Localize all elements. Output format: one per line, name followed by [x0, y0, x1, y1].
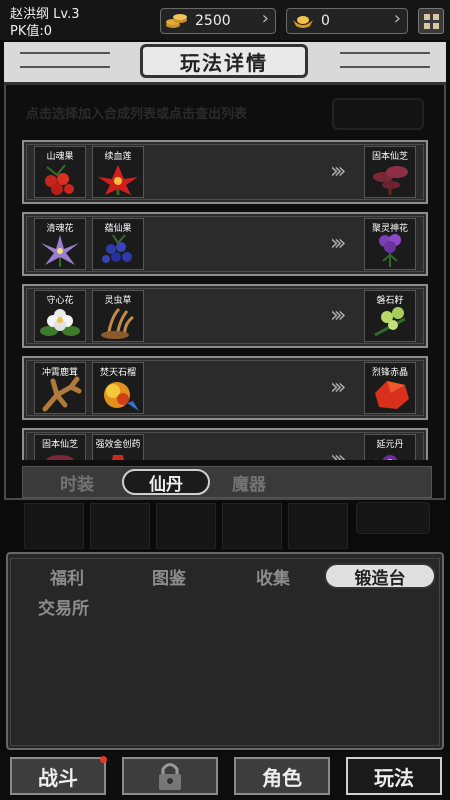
- red-lotus-icon: [98, 165, 138, 195]
- lock-icon: [159, 763, 181, 790]
- recipe-list[interactable]: 山魂果 续血莲 ››› 固本仙芝 清魂花 蕴仙果 ››› 聚灵神花 守心花 灵虫…: [22, 140, 428, 460]
- dim-hint-text: 点击选择加入合成列表或点击查出列表: [26, 107, 248, 122]
- arrow-right-icon: ›››: [330, 159, 347, 184]
- recipe-input-item[interactable]: 焚天石榴: [92, 362, 144, 414]
- recipe-row[interactable]: 清魂花 蕴仙果 ››› 聚灵神花: [22, 212, 428, 276]
- tab-welfare[interactable]: 福利: [50, 564, 84, 589]
- recipe-row[interactable]: 山魂果 续血莲 ››› 固本仙芝: [22, 140, 428, 204]
- pk-value: PK值:0: [10, 24, 53, 39]
- arrow-right-icon: ›››: [330, 375, 347, 400]
- antler-icon: [42, 376, 82, 412]
- recipe-input-item[interactable]: 强效金创药: [92, 434, 144, 460]
- cordyceps-icon: [101, 307, 134, 339]
- recipe-output-item[interactable]: 烈锋赤晶: [364, 362, 416, 414]
- recipe-output-item[interactable]: 磐石籽: [364, 290, 416, 342]
- tab-demon-artifact[interactable]: 魔器: [212, 467, 286, 497]
- recipe-output-item[interactable]: 固本仙芝: [364, 146, 416, 198]
- recipe-input-item[interactable]: 守心花: [34, 290, 86, 342]
- red-berries-icon: [45, 164, 74, 195]
- dim-side-button: [356, 502, 430, 534]
- recipe-input-item[interactable]: 灵虫草: [92, 290, 144, 342]
- recipe-input-item[interactable]: 冲霄鹿茸: [34, 362, 86, 414]
- dim-action-button: [332, 98, 424, 130]
- coins-icon: [166, 14, 187, 28]
- red-crystal-icon: [375, 381, 409, 409]
- add-coins-button[interactable]: ›: [262, 8, 269, 29]
- arrow-right-icon: ›››: [330, 303, 347, 328]
- tab-fashion[interactable]: 时装: [40, 467, 114, 497]
- dim-slot: [24, 503, 84, 549]
- nav-gameplay[interactable]: 玩法: [346, 757, 442, 795]
- tab-forge[interactable]: 锻造台: [324, 563, 436, 589]
- tab-elixir[interactable]: 仙丹: [122, 469, 210, 495]
- green-seeds-icon: [374, 307, 406, 337]
- tab-collection[interactable]: 收集: [256, 564, 290, 589]
- violet-flower-icon: [379, 234, 401, 267]
- gold-ingot-icon: [293, 16, 313, 28]
- menu-grid-button[interactable]: [418, 8, 444, 34]
- dialog-title: 玩法详情: [140, 44, 308, 78]
- recipe-input-item[interactable]: 固本仙芝: [34, 434, 86, 460]
- recipe-input-item[interactable]: 清魂花: [34, 218, 86, 270]
- header-ornament-left: [20, 52, 110, 68]
- recipe-output-item[interactable]: 聚灵神花: [364, 218, 416, 270]
- lingzhi-icon: [46, 455, 74, 460]
- recipe-input-item[interactable]: 蕴仙果: [92, 218, 144, 270]
- purple-flower-icon: [41, 235, 79, 267]
- nav-battle[interactable]: 战斗: [10, 757, 106, 795]
- recipe-row[interactable]: 守心花 灵虫草 ››› 磐石籽: [22, 284, 428, 348]
- dim-slot: [90, 503, 150, 549]
- tab-exchange[interactable]: 交易所: [38, 594, 89, 619]
- add-ingot-button[interactable]: ›: [394, 8, 401, 29]
- nav-locked[interactable]: [122, 757, 218, 795]
- nav-character[interactable]: 角色: [234, 757, 330, 795]
- arrow-right-icon: ›››: [330, 231, 347, 256]
- header-ornament-right: [340, 52, 430, 68]
- coins-value: 2500: [195, 13, 231, 29]
- medicine-icon: [112, 455, 124, 460]
- gold-ingot-resource[interactable]: 0 ›: [286, 8, 408, 34]
- recipe-input-item[interactable]: 山魂果: [34, 146, 86, 198]
- gold-ingot-value: 0: [321, 13, 330, 29]
- lingzhi-icon: [373, 166, 408, 195]
- coins-resource[interactable]: 2500 ›: [160, 8, 276, 34]
- elixir-icon: [375, 455, 398, 460]
- notification-badge: [100, 756, 107, 763]
- dim-slot: [288, 503, 348, 549]
- fire-pomegranate-icon: [104, 382, 139, 411]
- recipe-input-item[interactable]: 续血莲: [92, 146, 144, 198]
- blue-berries-icon: [102, 234, 132, 263]
- recipe-row[interactable]: 固本仙芝 强效金创药 ››› 延元丹: [22, 428, 428, 460]
- arrow-right-icon: ›››: [330, 447, 347, 460]
- recipe-output-item[interactable]: 延元丹: [364, 434, 416, 460]
- recipe-row[interactable]: 冲霄鹿茸 焚天石榴 ››› 烈锋赤晶: [22, 356, 428, 420]
- dim-slot: [222, 503, 282, 549]
- white-flower-icon: [40, 309, 80, 336]
- dim-slot: [156, 503, 216, 549]
- tab-codex[interactable]: 图鉴: [152, 564, 186, 589]
